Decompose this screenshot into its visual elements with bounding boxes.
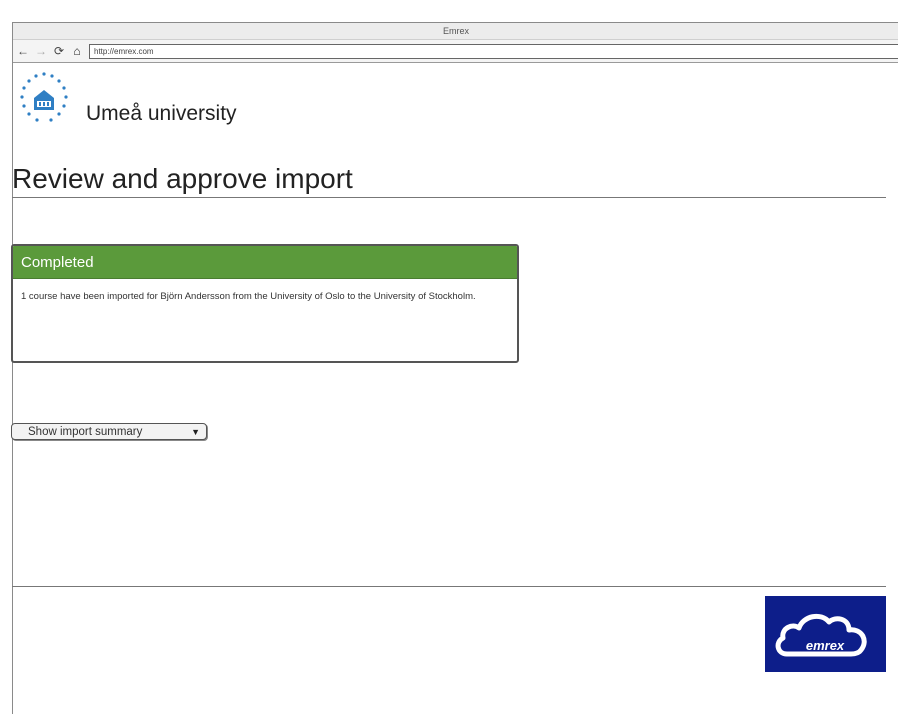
university-header: Umeå university bbox=[14, 68, 237, 128]
page-title: Review and approve import bbox=[12, 163, 353, 194]
chevron-down-icon: ▼ bbox=[191, 427, 200, 437]
university-name: Umeå university bbox=[86, 102, 237, 125]
home-icon[interactable]: ⌂ bbox=[71, 45, 83, 57]
emrex-logo: emrex bbox=[765, 596, 886, 672]
back-icon[interactable]: ← bbox=[17, 45, 29, 57]
status-panel-header: Completed bbox=[13, 246, 517, 279]
svg-text:emrex: emrex bbox=[806, 638, 845, 653]
status-panel: Completed 1 course have been imported fo… bbox=[11, 244, 519, 363]
window-title: Emrex bbox=[13, 23, 898, 40]
browser-toolbar: ← → ⟳ ⌂ http://emrex.com bbox=[13, 40, 898, 63]
title-divider bbox=[12, 197, 886, 198]
dropdown-label: Show import summary bbox=[28, 426, 143, 438]
footer-divider bbox=[12, 586, 886, 587]
reload-icon[interactable]: ⟳ bbox=[53, 45, 65, 57]
import-summary-dropdown[interactable]: Show import summary ▼ bbox=[11, 423, 207, 440]
university-seal-icon bbox=[20, 72, 68, 122]
status-message: 1 course have been imported for Björn An… bbox=[21, 291, 476, 302]
forward-icon[interactable]: → bbox=[35, 45, 47, 57]
address-bar[interactable]: http://emrex.com bbox=[89, 43, 898, 59]
cloud-icon: emrex bbox=[775, 613, 867, 657]
